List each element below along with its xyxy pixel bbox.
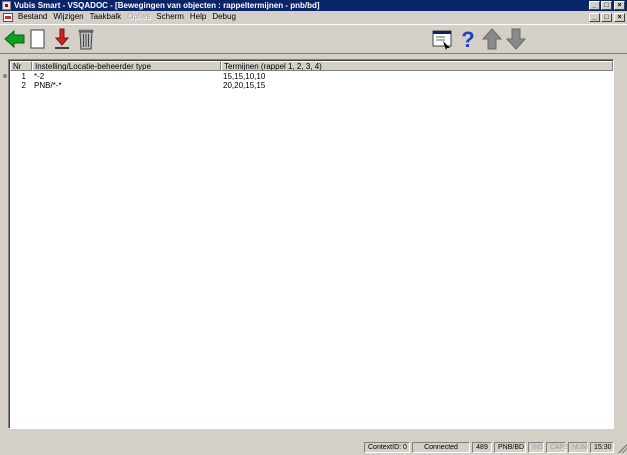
help-question-icon[interactable]: ? <box>456 27 480 51</box>
delete-trash-icon[interactable] <box>74 27 98 51</box>
grid-header: Nr Instelling/Locatie-beheerder type Ter… <box>10 61 613 71</box>
status-bar: ContextID: 0 Connected 489 PNB/BD INS CA… <box>0 440 627 455</box>
row-termijnen: 20,20,15,15 <box>223 81 266 90</box>
row-nr: 1 <box>21 72 26 81</box>
menu-bar: Bestand Wijzigen Taakbalk Opties Scherm … <box>0 11 627 23</box>
down-arrow-icon[interactable] <box>504 27 528 51</box>
status-connection: Connected <box>412 442 470 453</box>
column-header-termijnen[interactable]: Termijnen (rappel 1, 2, 3, 4) <box>221 61 613 71</box>
up-arrow-icon[interactable] <box>480 27 504 51</box>
status-caps: CAPS <box>546 442 569 453</box>
status-count: 489 <box>472 442 492 453</box>
import-down-arrow-icon[interactable] <box>50 27 74 51</box>
menu-bestand[interactable]: Bestand <box>15 11 50 23</box>
child-restore-button[interactable]: □ <box>601 12 612 22</box>
status-time: 15:30 <box>590 442 614 453</box>
column-header-nr[interactable]: Nr <box>10 61 32 71</box>
window-select-icon[interactable] <box>430 27 454 51</box>
row-selection-marker <box>3 74 7 78</box>
row-nr: 2 <box>21 81 26 90</box>
new-document-icon[interactable] <box>26 27 50 51</box>
maximize-button[interactable]: □ <box>601 1 612 10</box>
menu-scherm[interactable]: Scherm <box>153 11 187 23</box>
toolbar: ? <box>0 24 627 54</box>
minimize-button[interactable]: _ <box>589 1 600 10</box>
menu-debug[interactable]: Debug <box>209 11 239 23</box>
table-row[interactable]: 1 *-2 15,15,10,10 <box>10 72 613 81</box>
document-icon[interactable] <box>3 12 13 22</box>
status-ins: INS <box>528 442 544 453</box>
menu-help[interactable]: Help <box>187 11 209 23</box>
row-termijnen: 15,15,10,10 <box>223 72 266 81</box>
row-instelling: *-2 <box>34 72 45 81</box>
menu-wijzigen[interactable]: Wijzigen <box>50 11 86 23</box>
title-bar: Vubis Smart - VSQADOC - [Bewegingen van … <box>0 0 627 11</box>
child-minimize-button[interactable]: _ <box>589 12 600 22</box>
close-button[interactable]: × <box>614 1 625 10</box>
svg-text:?: ? <box>461 27 474 51</box>
menu-taakbalk[interactable]: Taakbalk <box>87 11 125 23</box>
column-header-instelling[interactable]: Instelling/Locatie-beheerder type <box>32 61 221 71</box>
app-icon[interactable] <box>2 1 11 10</box>
status-num: NUM <box>568 442 588 453</box>
window-title: Vubis Smart - VSQADOC - [Bewegingen van … <box>14 1 320 10</box>
status-context: ContextID: 0 <box>364 442 410 453</box>
row-instelling: PNB/*-* <box>34 81 62 90</box>
status-location: PNB/BD <box>494 442 526 453</box>
results-grid: Nr Instelling/Locatie-beheerder type Ter… <box>8 59 614 429</box>
back-arrow-icon[interactable] <box>3 27 27 51</box>
child-close-button[interactable]: × <box>614 12 625 22</box>
menu-opties: Opties <box>127 12 151 21</box>
resize-grip[interactable] <box>616 442 627 453</box>
table-row[interactable]: 2 PNB/*-* 20,20,15,15 <box>10 81 613 90</box>
